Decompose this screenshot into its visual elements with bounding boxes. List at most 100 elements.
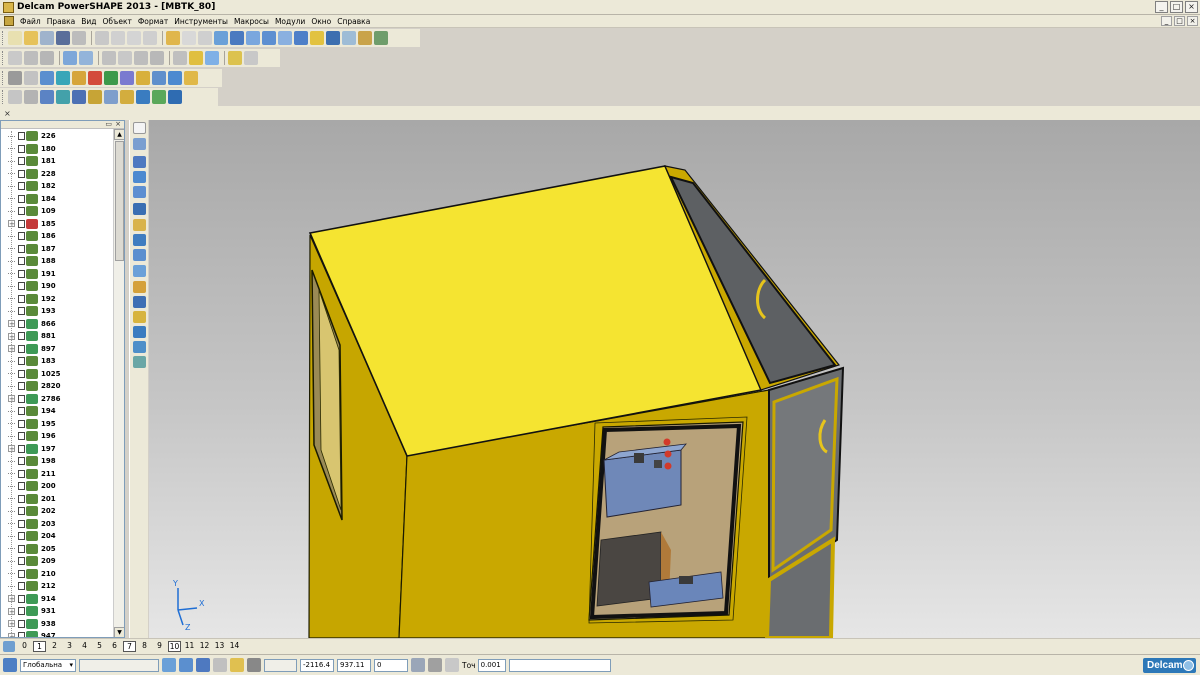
view-iso-icon[interactable] — [63, 51, 77, 65]
select-surface-icon[interactable] — [133, 171, 146, 183]
tree-item[interactable]: 198 — [1, 455, 114, 467]
curve-tool-icon[interactable] — [40, 71, 54, 85]
play-icon[interactable] — [104, 71, 118, 85]
tree-item[interactable]: 184 — [1, 193, 114, 205]
revolve-icon[interactable] — [56, 90, 70, 104]
toolbar-grip[interactable] — [2, 31, 5, 45]
visibility-checkbox[interactable] — [18, 607, 25, 615]
tree-item[interactable]: 2820 — [1, 380, 114, 392]
model-tool-icon[interactable] — [56, 71, 70, 85]
layer-1[interactable]: 1 — [33, 641, 46, 652]
tree-item[interactable]: 191 — [1, 268, 114, 280]
layer-11[interactable]: 11 — [183, 641, 196, 652]
copy-icon[interactable] — [111, 31, 125, 45]
circle-icon[interactable] — [262, 31, 276, 45]
doc-restore-button[interactable]: □ — [1174, 16, 1185, 26]
expand-icon[interactable]: + — [8, 620, 15, 628]
expand-icon[interactable]: + — [8, 607, 15, 615]
toolbar-grip[interactable] — [2, 51, 5, 65]
visibility-checkbox[interactable] — [18, 132, 25, 140]
tree-item[interactable]: 195 — [1, 418, 114, 430]
scroll-down-icon[interactable]: ▼ — [114, 627, 124, 637]
tree-item[interactable]: 196 — [1, 430, 114, 442]
tree-item[interactable]: +897 — [1, 343, 114, 355]
tree-item[interactable]: +866 — [1, 318, 114, 330]
view-top-icon[interactable] — [8, 51, 22, 65]
visibility-checkbox[interactable] — [18, 432, 25, 440]
select-curve-icon[interactable] — [133, 186, 146, 198]
intelligent-cursor-icon[interactable] — [230, 658, 244, 672]
material-icon[interactable] — [72, 71, 86, 85]
visibility-checkbox[interactable] — [18, 194, 25, 203]
doc-close-button[interactable]: × — [1187, 16, 1198, 26]
curve-icon[interactable] — [278, 31, 292, 45]
hole-icon[interactable] — [88, 90, 102, 104]
tree-item[interactable]: +947 — [1, 630, 114, 637]
select-color-icon[interactable] — [133, 326, 146, 338]
menu-tools[interactable]: Инструменты — [171, 17, 231, 26]
tree-item[interactable]: +914 — [1, 593, 114, 605]
visibility-checkbox[interactable] — [18, 282, 25, 290]
y-coordinate-field[interactable]: 937.11 — [337, 658, 371, 672]
redo-icon[interactable] — [182, 31, 196, 45]
save-icon[interactable] — [56, 31, 70, 45]
menu-format[interactable]: Формат — [135, 17, 171, 26]
fillet-icon[interactable] — [24, 90, 38, 104]
zoom-icon[interactable] — [102, 51, 116, 65]
light-icon[interactable] — [228, 51, 242, 65]
visibility-checkbox[interactable] — [18, 219, 25, 228]
delete-icon[interactable] — [143, 31, 157, 45]
view-side-icon[interactable] — [40, 51, 54, 65]
minimize-button[interactable]: _ — [1155, 1, 1168, 13]
visibility-checkbox[interactable] — [18, 619, 25, 628]
select-all-icon[interactable] — [133, 341, 146, 353]
tree-item[interactable]: 209 — [1, 555, 114, 567]
tree-item[interactable]: 211 — [1, 468, 114, 480]
cut-icon[interactable] — [95, 31, 109, 45]
extrude-icon[interactable] — [40, 90, 54, 104]
tree-item[interactable]: 183 — [1, 355, 114, 367]
visibility-checkbox[interactable] — [18, 494, 25, 503]
workplane-select[interactable]: Глобальна ▾ — [20, 658, 76, 672]
select-dimension-icon[interactable] — [133, 249, 146, 261]
shaded-edges-icon[interactable] — [205, 51, 219, 65]
solid-base-icon[interactable] — [8, 90, 22, 104]
visibility-checkbox[interactable] — [18, 544, 25, 553]
expand-icon[interactable]: + — [8, 595, 15, 603]
tools-icon[interactable] — [358, 31, 372, 45]
visibility-checkbox[interactable] — [18, 207, 25, 215]
layer-6[interactable]: 6 — [108, 641, 121, 652]
visibility-checkbox[interactable] — [18, 569, 25, 578]
visibility-checkbox[interactable] — [18, 407, 25, 415]
select-wire-icon[interactable] — [133, 219, 146, 231]
tree-item[interactable]: 210 — [1, 568, 114, 580]
workplane-status-icon[interactable] — [3, 658, 17, 672]
menu-view[interactable]: Вид — [78, 17, 99, 26]
tree-item[interactable]: 187 — [1, 243, 114, 255]
document-icon[interactable] — [4, 16, 14, 26]
undo-icon[interactable] — [166, 31, 180, 45]
zoom-box-icon[interactable] — [150, 51, 164, 65]
snap-icon-3[interactable] — [196, 658, 210, 672]
select-filter-icon[interactable] — [133, 138, 146, 150]
visibility-checkbox[interactable] — [18, 519, 25, 528]
print-icon[interactable] — [72, 31, 86, 45]
visibility-checkbox[interactable] — [18, 319, 25, 328]
visibility-checkbox[interactable] — [18, 182, 25, 190]
visibility-checkbox[interactable] — [18, 307, 25, 315]
visibility-checkbox[interactable] — [18, 332, 25, 340]
tree-item[interactable]: +2786 — [1, 393, 114, 405]
tree-item[interactable]: 212 — [1, 580, 114, 592]
select-level-icon[interactable] — [133, 311, 146, 323]
menu-edit[interactable]: Правка — [44, 17, 79, 26]
level-icon[interactable] — [8, 71, 22, 85]
tree-item[interactable]: 194 — [1, 405, 114, 417]
box-icon[interactable] — [136, 71, 150, 85]
tree-item[interactable]: 186 — [1, 230, 114, 242]
open-folder-icon[interactable] — [24, 31, 38, 45]
expand-icon[interactable]: + — [8, 332, 15, 340]
expand-icon[interactable]: + — [8, 220, 15, 228]
assembly-tool-icon[interactable] — [374, 31, 388, 45]
settings-icon[interactable] — [445, 658, 459, 672]
select-workplane-icon[interactable] — [133, 296, 146, 308]
